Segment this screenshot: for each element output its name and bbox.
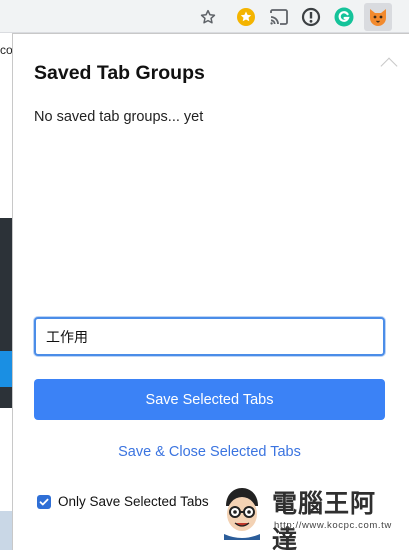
save-selected-tabs-button[interactable]: Save Selected Tabs (34, 379, 385, 420)
info-extension-icon[interactable] (298, 4, 324, 30)
checkmark-icon (39, 498, 49, 505)
only-save-selected-label: Only Save Selected Tabs (58, 494, 209, 509)
empty-groups-message: No saved tab groups... yet (34, 109, 204, 125)
only-save-selected-option[interactable]: Only Save Selected Tabs (37, 494, 209, 509)
browser-toolbar (0, 0, 409, 33)
only-save-selected-checkbox[interactable] (37, 494, 51, 509)
background-image-block (0, 511, 12, 550)
tab-groups-extension-icon[interactable] (364, 3, 392, 31)
popup-title: Saved Tab Groups (34, 62, 205, 84)
saved-tab-groups-popup: Saved Tab Groups No saved tab groups... … (12, 33, 409, 550)
watermark: 電腦王阿達 http://www.kocpc.com.tw (218, 478, 398, 550)
group-name-input[interactable] (34, 317, 385, 356)
notification-extension-icon[interactable] (233, 4, 259, 30)
watermark-url: http://www.kocpc.com.tw (274, 520, 392, 531)
grammarly-icon[interactable] (331, 4, 357, 30)
cast-icon[interactable] (266, 4, 292, 30)
background-blue-block (0, 351, 12, 387)
mascot-face-icon (224, 488, 260, 540)
star-icon[interactable] (195, 4, 221, 30)
watermark-text: 電腦王阿達 (272, 489, 377, 550)
save-close-selected-tabs-link[interactable]: Save & Close Selected Tabs (34, 444, 385, 460)
background-page-text: co (0, 43, 13, 57)
background-page: co (0, 33, 13, 550)
popup-caret (380, 57, 398, 75)
